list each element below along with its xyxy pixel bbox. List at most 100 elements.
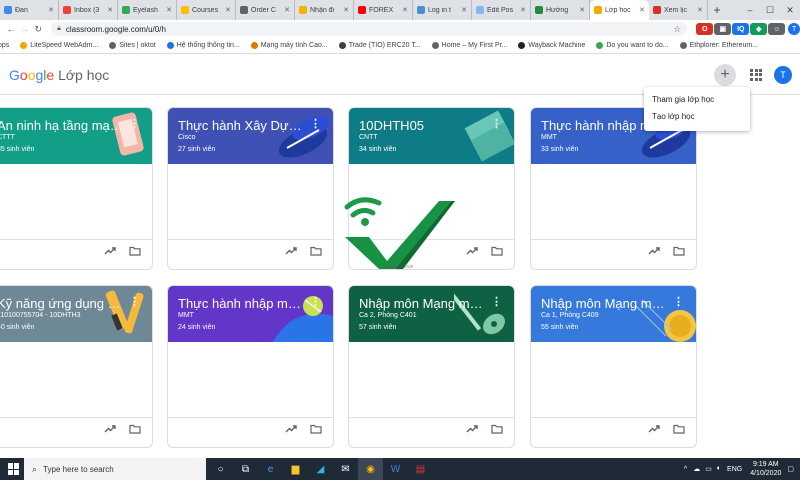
maximize-button[interactable]: ☐ — [760, 0, 780, 20]
menu-item-create-class[interactable]: Tạo lớp học — [644, 108, 750, 125]
class-title[interactable]: Thực hành nhập môn... — [178, 296, 308, 311]
bookmark-item[interactable]: Home – My First Pr... — [431, 42, 507, 49]
browser-tab[interactable]: Lớp học ✕ — [590, 0, 649, 20]
folder-icon[interactable] — [310, 421, 322, 439]
file-explorer-icon[interactable]: ▆ — [283, 458, 308, 480]
taskbar-search-box[interactable]: ⌕ Type here to search — [24, 458, 206, 480]
trending-up-icon[interactable] — [285, 243, 297, 261]
browser-tab[interactable]: Inbox (3 ✕ — [59, 0, 118, 20]
bookmark-item[interactable]: Mạng máy tính Cao... — [250, 42, 328, 49]
class-card-banner[interactable]: An ninh hạ tầng mạn...CTTT 35 sinh viên ⋮ — [0, 108, 152, 164]
bookmark-item[interactable]: Sites | oktot — [109, 42, 156, 49]
telegram-icon[interactable]: ◢ — [308, 458, 333, 480]
class-card[interactable]: An ninh hạ tầng mạn...CTTT 35 sinh viên ⋮ — [0, 107, 153, 270]
pdf-icon[interactable]: ▤ — [408, 458, 433, 480]
tab-close-icon[interactable]: ✕ — [284, 6, 290, 14]
trending-up-icon[interactable] — [104, 421, 116, 439]
folder-icon[interactable] — [491, 421, 503, 439]
google-classroom-logo[interactable]: Google Lớp học — [9, 67, 109, 83]
folder-icon[interactable] — [673, 421, 685, 439]
bookmark-item[interactable]: Hệ thống thông tin... — [166, 42, 240, 49]
bookmark-item[interactable]: Wayback Machine — [518, 42, 585, 49]
network-icon[interactable]: ▭ — [705, 465, 712, 473]
class-card[interactable]: Nhập môn Mạng máy... Ca 2, Phòng C401 57 s… — [348, 285, 515, 448]
chrome-icon[interactable]: ◉ — [358, 458, 383, 480]
class-card[interactable]: Kỹ năng ứng dụng C... 110100755704 - 10DH… — [0, 285, 153, 448]
bookmark-item[interactable]: LiteSpeed WebAdm... — [20, 42, 98, 49]
bookmark-item[interactable]: Trade (TIO) ERC20 T... — [338, 42, 421, 49]
trending-up-icon[interactable] — [104, 243, 116, 261]
extension-icon[interactable]: ▣ — [714, 23, 732, 35]
browser-tab[interactable]: Eyelash ✕ — [118, 0, 177, 20]
more-options-icon[interactable]: ⋮ — [129, 117, 140, 130]
back-icon[interactable]: ← — [4, 24, 18, 34]
extension-icon[interactable]: IQ — [732, 23, 750, 35]
trending-up-icon[interactable] — [285, 421, 297, 439]
more-options-icon[interactable]: ⋮ — [673, 295, 684, 308]
tab-close-icon[interactable]: ✕ — [107, 6, 113, 14]
browser-tab[interactable]: Xem lịc ✕ — [649, 0, 708, 20]
tab-close-icon[interactable]: ✕ — [579, 6, 585, 14]
class-card[interactable]: Nhập môn Mạng máy... Ca 1, Phòng C409 55 s… — [530, 285, 697, 448]
browser-profile-avatar[interactable]: T — [788, 23, 800, 35]
minimize-button[interactable]: – — [740, 0, 760, 20]
extension-icon[interactable]: ◆ — [750, 23, 768, 35]
windows-start-icon[interactable] — [8, 463, 20, 475]
trending-up-icon[interactable] — [648, 243, 660, 261]
taskbar-clock[interactable]: 9:19 AM 4/10/2020 — [750, 460, 781, 478]
browser-tab[interactable]: FOREX ✕ — [354, 0, 413, 20]
class-card-banner[interactable]: Thực hành nhập môn... MMT 24 sinh viên ⋮ — [168, 286, 333, 342]
class-title[interactable]: Nhập môn Mạng máy... — [541, 296, 671, 311]
browser-tab[interactable]: Courses ✕ — [177, 0, 236, 20]
folder-icon[interactable] — [129, 421, 141, 439]
reload-icon[interactable]: ↻ — [31, 24, 45, 35]
extension-icon[interactable]: O — [696, 23, 714, 35]
browser-tab[interactable]: Hướng ✕ — [531, 0, 590, 20]
tab-close-icon[interactable]: ✕ — [402, 6, 408, 14]
edge-icon[interactable]: e — [258, 458, 283, 480]
browser-tab[interactable]: Order C ✕ — [236, 0, 295, 20]
folder-icon[interactable] — [129, 243, 141, 261]
menu-item-join-class[interactable]: Tham gia lớp học — [644, 91, 750, 108]
task-view-icon[interactable]: ⧉ — [233, 458, 258, 480]
mail-icon[interactable]: ✉ — [333, 458, 358, 480]
folder-icon[interactable] — [491, 243, 503, 261]
tab-close-icon[interactable]: ✕ — [48, 6, 54, 14]
tab-close-icon[interactable]: ✕ — [343, 6, 349, 14]
tab-close-icon[interactable]: ✕ — [520, 6, 526, 14]
class-title[interactable]: Nhập môn Mạng máy... — [359, 296, 489, 311]
cloud-icon[interactable]: ☁ — [693, 465, 700, 473]
bookmark-item[interactable]: Ethplorer: Ethereum... — [679, 42, 758, 49]
url-field[interactable]: 🔒︎ classroom.google.com/u/0/h ☆ — [51, 22, 688, 36]
more-options-icon[interactable]: ⋮ — [310, 117, 321, 130]
tab-close-icon[interactable]: ✕ — [697, 6, 703, 14]
close-window-button[interactable]: ✕ — [780, 0, 800, 20]
cortana-icon[interactable]: ○ — [208, 458, 233, 480]
language-indicator[interactable]: ENG — [727, 466, 742, 473]
word-icon[interactable]: W — [383, 458, 408, 480]
extension-icon[interactable]: ☺ — [768, 23, 786, 35]
new-tab-button[interactable]: + — [708, 0, 726, 20]
more-options-icon[interactable]: ⋮ — [491, 117, 502, 130]
tab-close-icon[interactable]: ✕ — [461, 6, 467, 14]
more-options-icon[interactable]: ⋮ — [129, 295, 140, 308]
tray-chevron-icon[interactable]: ^ — [684, 466, 687, 473]
class-card-banner[interactable]: Nhập môn Mạng máy... Ca 2, Phòng C401 57 s… — [349, 286, 514, 342]
class-title[interactable]: Kỹ năng ứng dụng C... — [0, 296, 127, 311]
class-title[interactable]: An ninh hạ tầng mạn... — [0, 118, 127, 133]
volume-icon[interactable]: 🔈︎ — [717, 465, 721, 473]
bookmark-item[interactable]: Do you want to do... — [596, 42, 669, 49]
browser-tab[interactable]: Log in t ✕ — [413, 0, 472, 20]
browser-tab[interactable]: Đan ✕ — [0, 0, 59, 20]
trending-up-icon[interactable] — [466, 421, 478, 439]
apps-grid-icon[interactable] — [750, 68, 762, 81]
folder-icon[interactable] — [673, 243, 685, 261]
class-title[interactable]: 10DHTH05 — [359, 118, 489, 133]
more-options-icon[interactable]: ⋮ — [491, 295, 502, 308]
tab-close-icon[interactable]: ✕ — [225, 6, 231, 14]
browser-tab[interactable]: Nhận đi ✕ — [295, 0, 354, 20]
class-title[interactable]: Thực hành Xây Dựng... — [178, 118, 308, 133]
folder-icon[interactable] — [310, 243, 322, 261]
forward-icon[interactable]: → — [18, 24, 32, 34]
browser-tab[interactable]: Edit Pos ✕ — [472, 0, 531, 20]
